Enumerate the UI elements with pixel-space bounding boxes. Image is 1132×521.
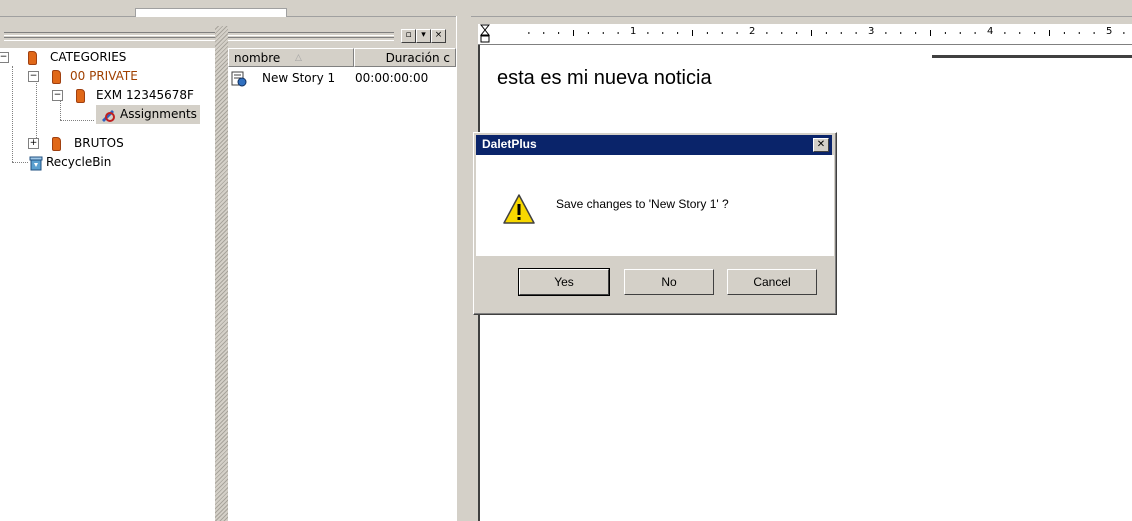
dialog-title: DaletPlus: [482, 137, 537, 151]
collapse-icon[interactable]: −: [28, 71, 39, 82]
dialog-titlebar[interactable]: DaletPlus ✕: [476, 135, 832, 155]
dialog-message: Save changes to 'New Story 1' ?: [556, 197, 729, 211]
panel-splitter[interactable]: [215, 26, 228, 521]
tree-item-label: RecycleBin: [46, 155, 112, 169]
indent-marker-icon[interactable]: [480, 24, 490, 44]
top-tab[interactable]: [135, 8, 287, 17]
folder-icon: [28, 51, 37, 65]
pane-divider[interactable]: [456, 16, 471, 521]
story-duration: 00:00:00:00: [355, 71, 429, 85]
ruler-number: 3: [868, 26, 875, 37]
save-dialog: DaletPlus ✕ Save changes to 'New Story 1…: [473, 132, 837, 315]
collapse-icon[interactable]: −: [52, 90, 63, 101]
panel-header: ▫ ▾ ×: [0, 26, 458, 46]
tree-item-label: Assignments: [120, 107, 197, 121]
panel-grip-2: [4, 37, 394, 41]
tree-line: [36, 74, 37, 144]
yes-button[interactable]: Yes: [518, 268, 610, 296]
warning-icon: [503, 194, 535, 224]
dropdown-pane-icon[interactable]: ▾: [416, 29, 431, 43]
category-tree: − CATEGORIES − 00 PRIVATE − EXM 12345678…: [0, 48, 215, 521]
story-name: New Story 1: [262, 71, 336, 85]
restore-pane-icon[interactable]: ▫: [401, 29, 416, 43]
story-list: nombre △ Duración c New Story 1 00:00:00…: [228, 48, 456, 521]
column-header-label: Duración c: [385, 51, 450, 65]
tree-item-label: EXM 12345678F: [96, 88, 194, 102]
column-header-nombre[interactable]: nombre △: [228, 48, 354, 67]
sort-ascending-icon: △: [295, 53, 302, 63]
ruler-number: 1: [630, 26, 637, 37]
folder-icon: [52, 137, 61, 151]
no-button[interactable]: No: [624, 269, 714, 295]
dialog-body: Save changes to 'New Story 1' ?: [476, 155, 834, 256]
editor-rule: [932, 55, 1132, 58]
ruler-number: 4: [987, 26, 994, 37]
assignments-icon: [102, 110, 115, 122]
collapse-icon[interactable]: −: [0, 52, 9, 63]
tree-item-label: BRUTOS: [74, 136, 124, 150]
table-row[interactable]: New Story 1 00:00:00:00: [228, 69, 456, 89]
tree-line: [12, 66, 13, 162]
panel-grip[interactable]: [4, 32, 394, 36]
tree-line: [60, 120, 94, 121]
column-header-duracion[interactable]: Duración c: [354, 48, 456, 67]
close-pane-icon[interactable]: ×: [431, 29, 446, 43]
close-icon[interactable]: ✕: [813, 138, 829, 152]
column-header-label: nombre: [234, 51, 281, 65]
recycle-bin-icon: [29, 156, 43, 171]
story-icon: [231, 71, 247, 87]
tree-item-label: 00 PRIVATE: [70, 69, 138, 83]
top-tab-strip: [0, 0, 1132, 17]
folder-icon: [52, 70, 61, 84]
ruler-ticks: [528, 30, 1125, 36]
tree-item-label: CATEGORIES: [50, 50, 127, 64]
cancel-button[interactable]: Cancel: [727, 269, 817, 295]
tree-item-assignments[interactable]: Assignments: [96, 105, 200, 124]
ruler[interactable]: 1 2 3 4 5: [478, 24, 1132, 45]
expand-icon[interactable]: +: [28, 138, 39, 149]
folder-icon: [76, 89, 85, 103]
ruler-number: 2: [749, 26, 756, 37]
editor-text[interactable]: esta es mi nueva noticia: [497, 67, 712, 90]
ruler-number: 5: [1106, 26, 1113, 37]
tree-line: [12, 162, 28, 163]
